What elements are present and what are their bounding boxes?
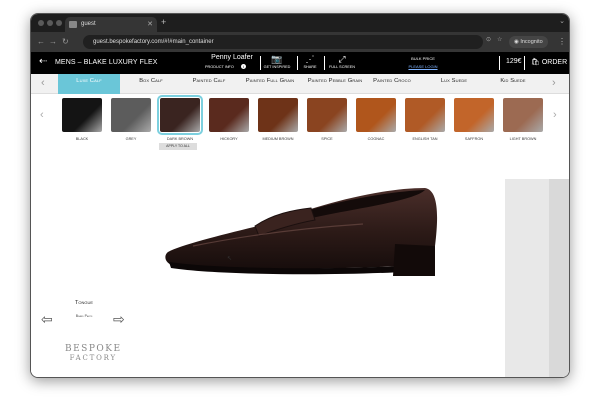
next-part-arrow-icon[interactable]: ⇨ [113, 311, 125, 328]
apply-to-all-button[interactable]: APPLY TO ALL [159, 143, 197, 150]
browser-tab[interactable]: guest ✕ [65, 17, 157, 32]
color-swatches: ‹ Black Grey Dark Brown APPLY TO ALL Hic… [31, 95, 569, 156]
material-tab[interactable]: Box Calf [120, 74, 182, 94]
logo-line-1: BESPOKE [65, 344, 122, 354]
get-inspired-label: GET INSPIRED [263, 65, 291, 69]
bulk-price: BULK PRICE PLEASE LOGIN [401, 56, 445, 69]
color-label: Grey [125, 137, 137, 141]
favicon-icon [69, 21, 77, 28]
incognito-label: Incognito [520, 39, 543, 45]
expand-icon: ⤢ [338, 54, 346, 64]
extension-icon[interactable]: ⊙ [486, 36, 491, 43]
logo-line-2: FACTORY [69, 354, 117, 362]
brand-logo: BESPOKE FACTORY [65, 344, 122, 362]
material-tab[interactable]: Lux Suede [423, 74, 485, 94]
site-header: ⇠ MENS – BLAKE LUXURY FLEX Penny Loafer … [31, 52, 569, 74]
material-tab[interactable]: Painted Croco [361, 74, 423, 94]
mouse-cursor-icon: ↖ [227, 256, 233, 262]
full-screen-label: FULL SCREEN [328, 65, 356, 69]
chevron-right-icon[interactable]: › [553, 109, 557, 121]
chevron-left-icon[interactable]: ‹ [40, 109, 44, 121]
color-label: Cognac [367, 137, 385, 141]
reload-icon[interactable]: ↻ [62, 37, 69, 46]
color-label: Saffron [464, 137, 484, 141]
tab-title: guest [81, 21, 96, 27]
color-label: Medium Brown [262, 137, 294, 141]
color-label: Hickory [220, 137, 238, 141]
order-label: ORDER [541, 59, 568, 66]
collection-title: MENS – BLAKE LUXURY FLEX [55, 59, 158, 66]
address-bar: ← → ↻ guest.bespokefactory.com/#!#main_c… [31, 32, 569, 52]
color-swatch[interactable] [454, 98, 494, 132]
color-swatch[interactable] [209, 98, 249, 132]
browser-window: guest ✕ + ⌄ ← → ↻ guest.bespokefactory.c… [30, 13, 570, 378]
url-text: guest.bespokefactory.com/#!#main_contain… [93, 39, 214, 45]
new-tab-icon[interactable]: + [161, 17, 166, 27]
material-tab[interactable]: Painted Full Grain [237, 74, 303, 94]
share-label: SHARE [303, 65, 317, 69]
full-screen-button[interactable]: ⤢ FULL SCREEN [323, 54, 361, 69]
maximize-window-dot[interactable] [56, 20, 62, 26]
tab-search-icon[interactable]: ⌄ [559, 17, 565, 25]
tab-bar: guest ✕ + ⌄ [31, 14, 569, 32]
part-name: Tongue [74, 300, 94, 306]
color-swatch[interactable] [356, 98, 396, 132]
color-label: Black [75, 137, 89, 141]
color-swatch[interactable] [258, 98, 298, 132]
color-swatch[interactable] [157, 95, 203, 135]
shoe-preview[interactable] [163, 184, 441, 290]
header-divider [524, 56, 525, 70]
minimize-window-dot[interactable] [47, 20, 53, 26]
bulk-price-label: BULK PRICE [411, 56, 435, 61]
info-icon[interactable]: i [241, 64, 246, 69]
order-button[interactable]: 🛍 ORDER [531, 58, 567, 66]
browser-menu-icon[interactable]: ⋮ [558, 37, 566, 46]
url-field[interactable]: guest.bespokefactory.com/#!#main_contain… [83, 35, 483, 49]
cart-icon: 🛍 [531, 59, 542, 66]
material-tab[interactable]: Kid Suede [482, 74, 544, 94]
previous-part-arrow-icon[interactable]: ⇦ [41, 311, 53, 328]
color-label: English Tan [412, 137, 438, 141]
chevron-left-icon[interactable]: ‹ [41, 77, 45, 89]
material-tab[interactable]: Luxe Calf [58, 74, 120, 94]
product-info-link[interactable]: PRODUCT INFO [205, 65, 234, 69]
incognito-badge[interactable]: ◉ Incognito [509, 36, 548, 48]
close-window-dot[interactable] [38, 20, 44, 26]
color-swatch[interactable] [111, 98, 151, 132]
material-tab[interactable]: Painted Calf [178, 74, 240, 94]
color-swatch[interactable] [62, 98, 102, 132]
part-group: Brand Parts [75, 314, 93, 318]
back-arrow-icon[interactable]: ⇠ [39, 56, 47, 67]
please-login-link[interactable]: PLEASE LOGIN [401, 64, 445, 69]
price: 129€ [506, 58, 522, 65]
product-name: Penny Loafer [211, 54, 253, 61]
side-panel-edge [549, 179, 569, 377]
close-tab-icon[interactable]: ✕ [147, 17, 153, 32]
chevron-right-icon[interactable]: › [552, 77, 556, 89]
material-tab[interactable]: Painted Pebble Grain [301, 74, 369, 94]
color-swatch[interactable] [405, 98, 445, 132]
color-label: Dark Brown [166, 137, 194, 141]
forward-icon[interactable]: → [49, 37, 57, 46]
color-label: Spice [321, 137, 333, 141]
bookmark-star-icon[interactable]: ☆ [497, 36, 502, 43]
header-divider [499, 56, 500, 70]
color-swatch[interactable] [503, 98, 543, 132]
color-label: Light Brown [509, 137, 537, 141]
material-tabs: ‹ Luxe Calf Box Calf Painted Calf Painte… [31, 74, 569, 94]
color-swatch[interactable] [307, 98, 347, 132]
back-icon[interactable]: ← [37, 37, 45, 46]
